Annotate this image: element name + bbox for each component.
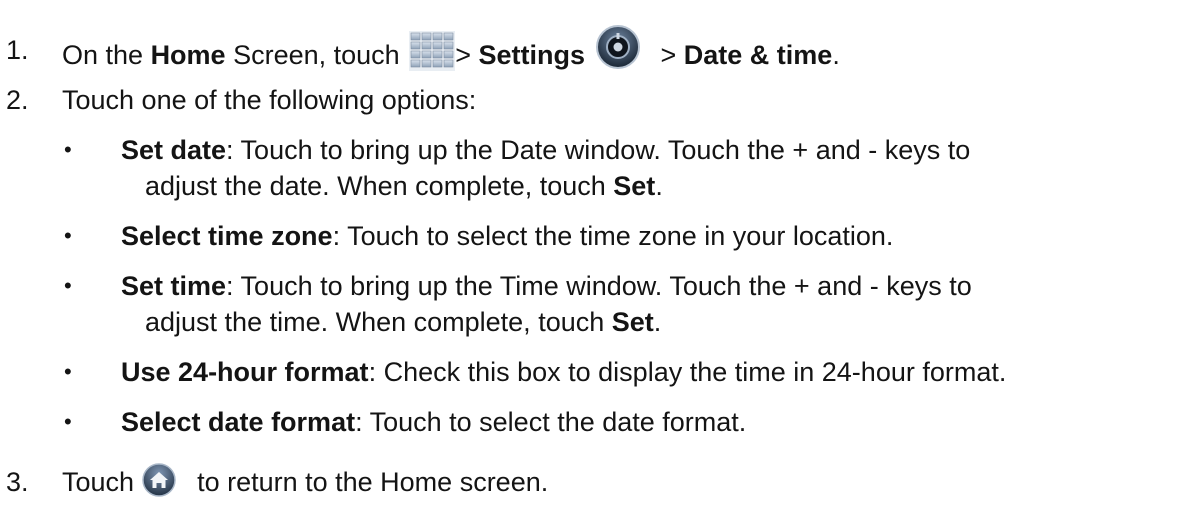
option-text: Set date: Touch to bring up the Date win… [121,134,970,166]
bullet: • [64,137,72,162]
step-text-part: > [455,40,479,71]
option-description: adjust the time. When complete, touch [145,307,612,337]
set-label: Set [613,171,656,201]
option-description: : Touch to bring up the Time window. Tou… [226,271,972,301]
option-description: . [655,171,663,201]
bullet: • [64,273,72,298]
step-text-part: . [832,40,840,71]
option-description: : Touch to bring up the Date window. Tou… [226,135,971,165]
date-time-label: Date & time [683,40,833,71]
step-text-part: On the [62,40,151,71]
option-text: Use 24-hour format: Check this box to di… [121,356,1006,388]
option-text: adjust the time. When complete, touch Se… [145,306,661,338]
option-description: : Touch to select the time zone in your … [332,221,894,251]
step-text: Touch one of the following options: [62,85,477,115]
bullet: • [64,359,72,384]
option-text: Set time: Touch to bring up the Time win… [121,270,972,302]
option-text: adjust the date. When complete, touch Se… [145,170,663,202]
option-description: . [653,307,662,337]
option-label: Set time [121,271,227,301]
step-text: On the Home Screen, touch > Settings > D… [62,25,840,80]
home-icon [141,463,176,497]
option-text: Select time zone: Touch to select the ti… [121,220,893,252]
step-text-part: Screen, touch [225,40,408,71]
step-text-part: > [652,40,684,71]
step-text-part: to return to the Home screen. [189,467,549,497]
option-description: adjust the date. When complete, touch [145,171,614,201]
option-label: Set date [121,135,227,165]
option-label: Use 24-hour format [121,357,369,387]
bullet: • [64,409,72,434]
step-text-part: Touch [62,467,142,497]
option-description: : Check this box to display the time in … [368,357,1007,387]
apps-grid-icon [409,31,456,71]
option-text: Select date format: Touch to select the … [121,406,746,438]
option-label: Select date format [121,407,356,437]
step-number: 1. [6,35,29,65]
step-text: Touch to return to the Home screen. [62,463,549,501]
settings-icon [595,24,641,70]
set-label: Set [611,307,654,337]
step-number: 3. [6,467,29,497]
settings-label: Settings [478,40,585,71]
option-label: Select time zone [121,221,333,251]
option-description: : Touch to select the date format. [355,407,747,437]
home-label: Home [150,40,226,71]
bullet: • [64,223,72,248]
step-number: 2. [6,85,29,115]
